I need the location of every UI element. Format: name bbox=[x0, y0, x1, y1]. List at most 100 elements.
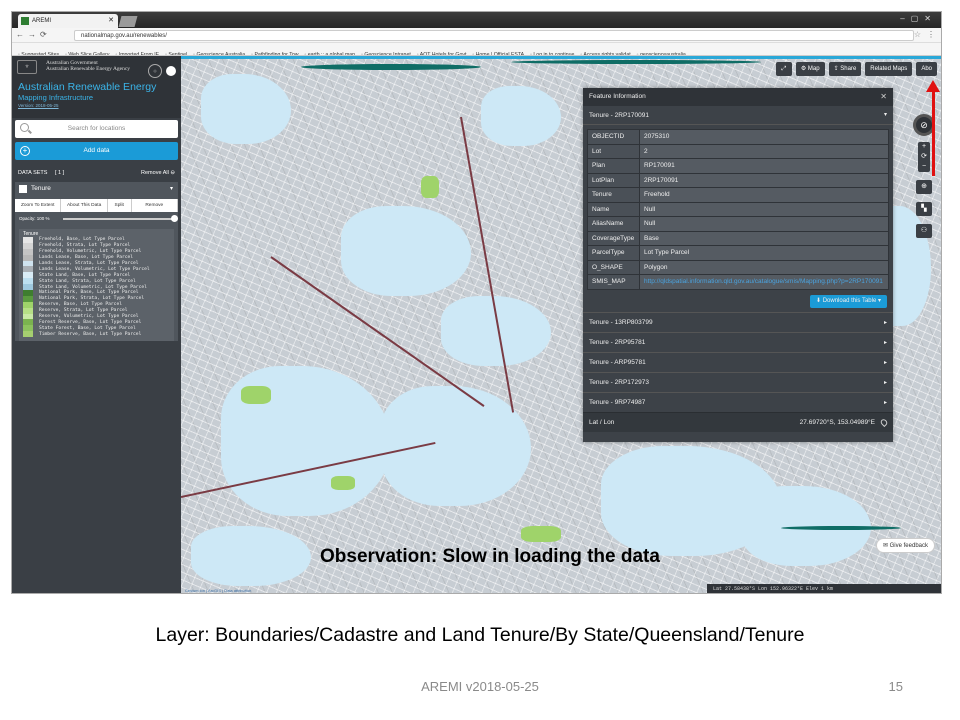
chevron-down-icon[interactable]: ▾ bbox=[170, 182, 173, 196]
legend-label: Forest Reserve, Base, Lot Type Parcel bbox=[39, 319, 142, 325]
opacity-slider[interactable] bbox=[63, 215, 178, 222]
lat-lon-value: 27.69720°S, 153.04989°E bbox=[799, 418, 875, 426]
browser-menu-icon[interactable]: ⋮ bbox=[927, 30, 935, 39]
list-item[interactable]: Tenure - 9RP74987 ▸ bbox=[583, 391, 893, 412]
bookmark-item[interactable]: Log in to continue bbox=[530, 49, 574, 55]
url-text: nationalmap.gov.au/renewables/ bbox=[81, 33, 167, 39]
bookmark-item[interactable]: earth :: a global map bbox=[304, 49, 355, 55]
bookmark-star-icon[interactable]: ☆ bbox=[914, 30, 921, 39]
menu-dot-icon[interactable] bbox=[166, 66, 176, 76]
list-item[interactable]: Tenure - ARP95781 ▸ bbox=[583, 351, 893, 372]
opacity-knob[interactable] bbox=[171, 215, 178, 222]
attribute-value: Lot Type Parcel bbox=[639, 245, 889, 261]
split-view-icon[interactable]: ▚ bbox=[916, 202, 932, 216]
water-area bbox=[481, 86, 561, 146]
search-placeholder: Search for locations bbox=[67, 125, 126, 132]
bookmark-item[interactable]: Access rights validat bbox=[580, 49, 630, 55]
chevron-right-icon: ▸ bbox=[883, 339, 887, 346]
table-row: ParcelType Lot Type Parcel bbox=[587, 245, 889, 261]
bookmark-item[interactable]: geoscienceaustralia bbox=[637, 49, 686, 55]
slide: AREMI ✕ –▢✕ ←→⟳ nationalmap.gov.au/renew… bbox=[0, 0, 960, 720]
bookmarks-bar: Suggested Sites Web Slice Gallery Imported… bbox=[12, 43, 941, 56]
share-button[interactable]: ⇪ Share bbox=[828, 62, 862, 76]
legend-label: State Land, Strata, Lot Type Parcel bbox=[39, 278, 136, 284]
window-controls[interactable]: –▢✕ bbox=[900, 14, 937, 23]
browser-tab[interactable]: AREMI ✕ bbox=[18, 14, 118, 28]
split-button[interactable]: Split bbox=[108, 199, 132, 212]
bookmark-item[interactable]: Sentinel bbox=[165, 49, 187, 55]
remove-button[interactable]: Remove bbox=[132, 199, 178, 212]
selected-feature-header[interactable]: Tenure - 2RP170091 ▾ bbox=[583, 106, 893, 125]
screenshot-frame: AREMI ✕ –▢✕ ←→⟳ nationalmap.gov.au/renew… bbox=[11, 11, 942, 594]
download-table-button[interactable]: ⬇ Download this Table ▾ bbox=[810, 294, 887, 308]
address-bar: ←→⟳ nationalmap.gov.au/renewables/ ☆ ⋮ bbox=[12, 28, 941, 43]
bookmark-item[interactable]: Imported From IE bbox=[115, 49, 159, 55]
legend-rows: Freehold, Base, Lot Type Parcel Freehold,… bbox=[23, 237, 170, 338]
fullscreen-icon[interactable]: ⤢ bbox=[775, 62, 792, 76]
bookmark-item[interactable]: Geoscience Intranet bbox=[361, 49, 410, 55]
attribute-value: Polygon bbox=[639, 259, 889, 275]
related-maps-button[interactable]: Related Maps bbox=[865, 62, 913, 76]
selected-feature-title: Tenure - 2RP170091 bbox=[589, 112, 649, 119]
annotation-arrow bbox=[932, 88, 935, 176]
bookmark-item[interactable]: AOT Hotels for Govt bbox=[417, 49, 467, 55]
add-data-label: Add data bbox=[83, 147, 110, 154]
give-feedback-button[interactable]: ✉ Give feedback bbox=[875, 538, 935, 553]
add-data-button[interactable]: + Add data bbox=[15, 142, 178, 160]
remove-all-button[interactable]: Remove All ⊖ bbox=[141, 166, 175, 180]
list-item[interactable]: Tenure - 2RP95781 ▸ bbox=[583, 331, 893, 352]
water-area bbox=[201, 74, 291, 144]
chevron-down-icon: ▾ bbox=[883, 112, 887, 118]
table-row: Tenure Freehold bbox=[587, 187, 889, 203]
measure-icon[interactable]: ⚇ bbox=[916, 224, 932, 238]
url-input[interactable]: nationalmap.gov.au/renewables/ bbox=[74, 30, 914, 41]
map-toolbar: ⤢ ⚙ Map ⇪ Share Related Maps Abo bbox=[775, 62, 937, 76]
feature-info-panel: Feature Information ✕ Tenure - 2RP170091… bbox=[583, 88, 893, 442]
smis-map-link[interactable]: http://qldspatial.information.qld.gov.au… bbox=[639, 274, 889, 290]
close-icon[interactable]: ✕ bbox=[880, 88, 887, 106]
reserve-area bbox=[521, 526, 561, 542]
legend-label: National Park, Base, Lot Type Parcel bbox=[39, 290, 139, 296]
table-row: AliasName Null bbox=[587, 216, 889, 232]
bookmark-item[interactable]: Home | Official ESTA bbox=[472, 49, 524, 55]
lat-lon-row: Lat / Lon 27.69720°S, 153.04989°E bbox=[583, 411, 893, 432]
bookmark-item[interactable]: Geoscience Australia bbox=[193, 49, 245, 55]
list-item[interactable]: Tenure - 13RP803799 ▸ bbox=[583, 311, 893, 332]
attribute-value: 2RP170091 bbox=[639, 172, 889, 188]
tenure-label: Tenure - 2RP172973 bbox=[589, 378, 649, 386]
layer-checkbox[interactable] bbox=[19, 185, 27, 193]
attribute-key: CoverageType bbox=[587, 230, 640, 246]
close-tab-icon[interactable]: ✕ bbox=[108, 14, 114, 28]
legend-label: Lands Lease, Base, Lot Type Parcel bbox=[39, 255, 134, 261]
version-link[interactable]: Version: 2018-05-25 bbox=[18, 103, 175, 108]
bookmark-item[interactable]: Web Slice Gallery bbox=[65, 49, 109, 55]
list-item[interactable]: Tenure - 2RP172973 ▸ bbox=[583, 371, 893, 392]
bookmark-item[interactable]: Pathfinding for Tow bbox=[251, 49, 298, 55]
attribute-key: AliasName bbox=[587, 216, 640, 232]
table-row: LotPlan 2RP170091 bbox=[587, 172, 889, 188]
map-attribution[interactable]: Cesium ion | ArcGIS | Data attribution bbox=[185, 588, 251, 593]
nav-buttons[interactable]: ←→⟳ bbox=[16, 30, 51, 39]
bookmark-item[interactable]: Suggested Sites bbox=[18, 49, 59, 55]
attribute-key: ParcelType bbox=[587, 245, 640, 261]
search-input[interactable]: Search for locations bbox=[15, 120, 178, 138]
about-data-button[interactable]: About This Data bbox=[61, 199, 108, 212]
location-pin-icon[interactable] bbox=[879, 417, 889, 427]
other-tenures-list: Tenure - 13RP803799 ▸ Tenure - 2RP95781 ▸ Te… bbox=[583, 311, 893, 412]
zoom-to-extent-button[interactable]: Zoom To Extent bbox=[15, 199, 62, 212]
layer-header[interactable]: Tenure ▾ bbox=[15, 182, 178, 196]
new-tab-button[interactable] bbox=[118, 16, 138, 27]
water-area bbox=[341, 206, 471, 296]
legend-label: State Land, Base, Lot Type Parcel bbox=[39, 272, 131, 278]
locate-icon[interactable]: ⊕ bbox=[916, 180, 932, 194]
crest-icon: ⚜ bbox=[17, 60, 37, 74]
map-button[interactable]: ⚙ Map bbox=[795, 62, 825, 76]
map-status-bar: Lat 27.58438°S Lon 152.96322°E Elev 1 km bbox=[707, 584, 941, 593]
datasets-label: DATA SETS bbox=[18, 170, 48, 176]
attribute-value: Null bbox=[639, 201, 889, 217]
favicon-icon bbox=[21, 17, 29, 25]
attribute-key: O_SHAPE bbox=[587, 259, 640, 275]
zoom-control[interactable]: + ⟳ − bbox=[918, 142, 930, 172]
datasets-count: [ 1 ] bbox=[54, 170, 65, 176]
about-button[interactable]: Abo bbox=[916, 62, 937, 76]
